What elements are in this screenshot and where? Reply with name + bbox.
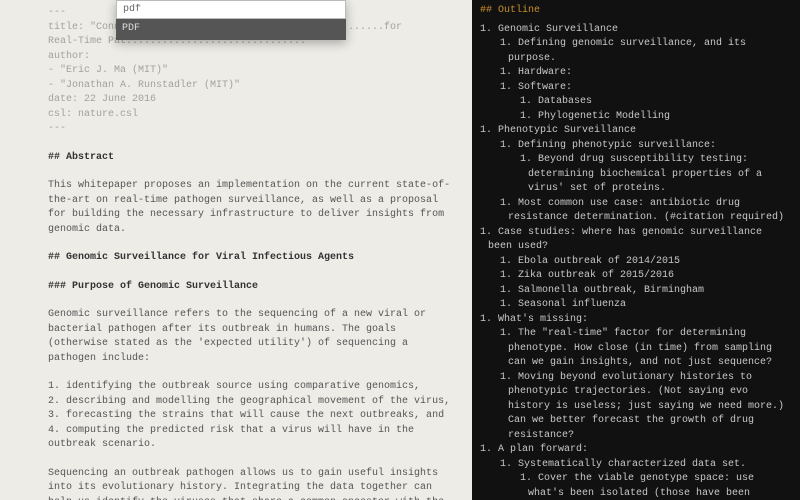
outline-pane: ## Outline 1. Genomic Surveillance1. Def… <box>472 0 800 500</box>
outline-item[interactable]: 1. Software: <box>480 81 792 96</box>
blank-line <box>48 366 458 380</box>
outline-item[interactable]: 1. Hardware: <box>480 66 792 81</box>
outline-item[interactable]: 1. Salmonella outbreak, Birmingham <box>480 284 792 299</box>
outline-item[interactable]: 1. A plan forward: <box>480 443 792 458</box>
paragraph: Sequencing an outbreak pathogen allows u… <box>48 467 458 500</box>
outline-item[interactable]: 1. Phenotypic Surveillance <box>480 124 792 139</box>
paragraph: 1. identifying the outbreak source using… <box>48 380 458 395</box>
outline-item[interactable]: 1. Phylogenetic Modelling <box>480 110 792 125</box>
paragraph: Genomic surveillance refers to the seque… <box>48 308 458 366</box>
outline-item[interactable]: 1. Seasonal influenza <box>480 298 792 313</box>
outline-item[interactable]: 1. What's missing: <box>480 313 792 328</box>
paragraph: This whitepaper proposes an implementati… <box>48 179 458 237</box>
frontmatter-line: - "Jonathan A. Runstadler (MIT)" <box>48 79 458 94</box>
markdown-editor-pane[interactable]: PDF --- title: "Conne...................… <box>0 0 472 500</box>
outline-title: ## Outline <box>480 4 792 19</box>
blank-line <box>48 237 458 251</box>
app-root: PDF --- title: "Conne...................… <box>0 0 800 500</box>
outline-item[interactable]: 1. Databases <box>480 95 792 110</box>
outline-item[interactable]: 1. Defining genomic surveillance, and it… <box>480 37 792 66</box>
outline-item[interactable]: 1. Cover the viable genotype space: use … <box>480 472 792 500</box>
outline-item[interactable]: 1. Defining phenotypic surveillance: <box>480 139 792 154</box>
outline-item[interactable]: 1. Ebola outbreak of 2014/2015 <box>480 255 792 270</box>
blank-line <box>48 266 458 280</box>
frontmatter-line: --- <box>48 122 458 137</box>
outline-item[interactable]: 1. Systematically characterized data set… <box>480 458 792 473</box>
frontmatter-line: csl: nature.csl <box>48 108 458 123</box>
frontmatter-line: - "Eric J. Ma (MIT)" <box>48 64 458 79</box>
blank-line <box>48 294 458 308</box>
heading-2: ## Abstract <box>48 151 458 166</box>
outline-item[interactable]: 1. Genomic Surveillance <box>480 23 792 38</box>
frontmatter-line: date: 22 June 2016 <box>48 93 458 108</box>
outline-item[interactable]: 1. Beyond drug susceptibility testing: d… <box>480 153 792 197</box>
command-palette-input[interactable] <box>116 0 346 19</box>
heading-2: ## Genomic Surveillance for Viral Infect… <box>48 251 458 266</box>
paragraph: 2. describing and modelling the geograph… <box>48 395 458 410</box>
document-body: ## Abstract This whitepaper proposes an i… <box>48 137 458 500</box>
outline-item[interactable]: 1. Moving beyond evolutionary histories … <box>480 371 792 444</box>
command-palette-item[interactable]: PDF <box>116 19 346 40</box>
paragraph: 3. forecasting the strains that will cau… <box>48 409 458 424</box>
heading-3: ### Purpose of Genomic Surveillance <box>48 280 458 295</box>
outline-list: 1. Genomic Surveillance1. Defining genom… <box>480 23 792 500</box>
paragraph: 4. computing the predicted risk that a v… <box>48 424 458 453</box>
outline-item[interactable]: 1. Most common use case: antibiotic drug… <box>480 197 792 226</box>
command-palette: PDF <box>116 0 346 40</box>
frontmatter-line: author: <box>48 50 458 65</box>
blank-line <box>48 137 458 151</box>
outline-item[interactable]: 1. Case studies: where has genomic surve… <box>480 226 792 255</box>
blank-line <box>48 165 458 179</box>
command-palette-results: PDF <box>116 19 346 40</box>
outline-item[interactable]: 1. Zika outbreak of 2015/2016 <box>480 269 792 284</box>
outline-item[interactable]: 1. The "real-time" factor for determinin… <box>480 327 792 371</box>
blank-line <box>48 453 458 467</box>
